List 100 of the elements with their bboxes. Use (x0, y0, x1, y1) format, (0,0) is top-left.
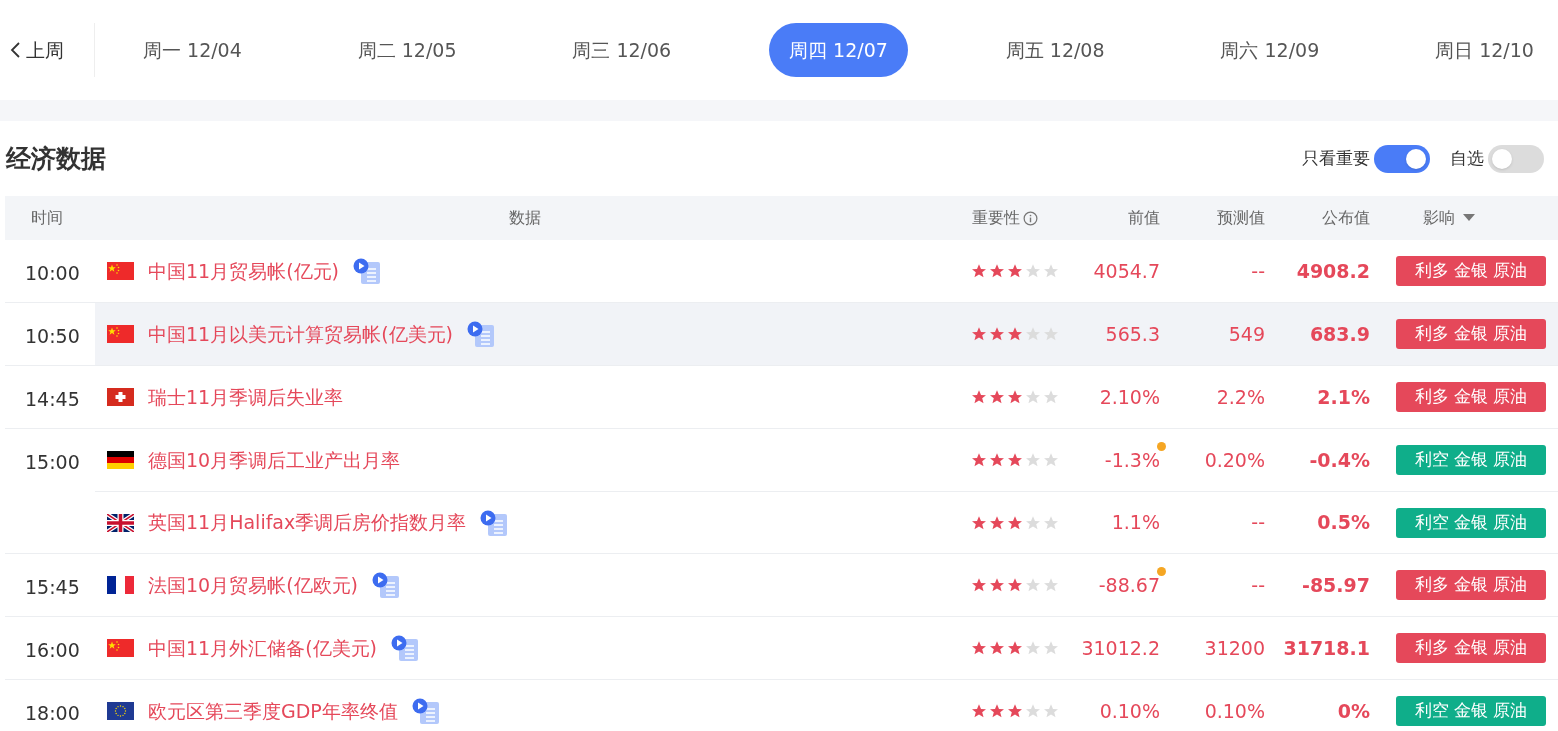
previous-week-button[interactable]: 上周 (0, 23, 95, 77)
star-icon (989, 389, 1005, 405)
indicator-name[interactable]: 法国10月贸易帐(亿欧元) (148, 570, 358, 600)
impact-tag: 利多 金银 原油 (1396, 256, 1546, 286)
column-header: 前值 (1127, 207, 1160, 229)
data-row[interactable]: 中国11月以美元计算贸易帐(亿美元) 565.3 549 683.9 利多 金银 原油 (95, 303, 1558, 365)
impact-tag: 利空 金银 原油 (1396, 696, 1546, 726)
indicator-name[interactable]: 中国11月以美元计算贸易帐(亿美元) (148, 319, 453, 349)
actual-value: 0% (1336, 698, 1370, 724)
star-icon (1025, 703, 1041, 719)
star-icon (989, 514, 1005, 531)
flag-icon (107, 639, 134, 657)
star-icon (971, 703, 987, 719)
impact-tag: 利多 金银 原油 (1396, 633, 1546, 663)
actual-value: 0.5% (1316, 510, 1370, 536)
flag-icon (107, 702, 134, 720)
day-tab[interactable]: 周三 12/06 (554, 23, 690, 77)
video-doc-icon[interactable] (353, 258, 381, 284)
indicator-name[interactable]: 中国11月外汇储备(亿美元) (148, 633, 377, 663)
star-icon (989, 703, 1005, 719)
day-tab[interactable]: 周六 12/09 (1202, 23, 1338, 77)
forecast-value: -- (1250, 572, 1265, 598)
previous-value: 31012.2 (1081, 635, 1160, 661)
flag-icon (107, 576, 134, 594)
column-header: 预测值 (1216, 207, 1265, 229)
indicator-name[interactable]: 瑞士11月季调后失业率 (148, 382, 344, 412)
star-icon (1007, 514, 1023, 531)
star-icon (1025, 640, 1041, 656)
forecast-value: 0.10% (1203, 698, 1265, 724)
star-icon (1007, 452, 1023, 468)
star-icon (1007, 640, 1023, 656)
indicator-name[interactable]: 德国10月季调后工业产出月率 (148, 445, 401, 475)
star-icon (1007, 263, 1023, 279)
star-icon (1007, 703, 1023, 719)
video-doc-icon[interactable] (411, 698, 440, 724)
actual-value: -85.97 (1301, 572, 1370, 598)
star-icon (1025, 263, 1041, 279)
flag-icon (107, 451, 134, 469)
star-icon (1025, 452, 1041, 468)
star-icon (971, 577, 987, 593)
star-icon (1025, 389, 1041, 405)
day-tab[interactable]: 周四 12/07 (769, 23, 908, 77)
star-icon (971, 640, 987, 656)
time-cell: 15:45 (25, 576, 80, 598)
toggle-switch[interactable] (1488, 144, 1544, 173)
forecast-value: -- (1250, 258, 1265, 284)
forecast-value: 549 (1227, 321, 1265, 347)
star-icon (971, 389, 987, 405)
star-icon (1007, 389, 1023, 405)
actual-value: 4908.2 (1295, 258, 1370, 284)
time-cell: 14:45 (25, 388, 80, 410)
flag-icon (107, 262, 134, 280)
previous-value: 1.1% (1111, 510, 1160, 536)
time-cell: 10:50 (25, 325, 80, 347)
caret-down-icon[interactable] (1463, 214, 1475, 222)
column-header: 公布值 (1321, 207, 1370, 229)
time-cell: 15:00 (25, 451, 80, 473)
star-icon (1043, 389, 1059, 405)
time-cell: 10:00 (25, 262, 80, 284)
star-icon (989, 326, 1005, 342)
day-tab[interactable]: 周五 12/08 (987, 23, 1123, 77)
toggle-label: 只看重要 (1302, 146, 1370, 170)
star-icon (971, 326, 987, 342)
star-icon (989, 577, 1005, 593)
impact-tag: 利多 金银 原油 (1396, 319, 1546, 349)
star-icon (971, 452, 987, 468)
video-doc-icon[interactable] (372, 572, 400, 598)
time-cell: 18:00 (25, 702, 80, 724)
indicator-name[interactable]: 中国11月贸易帐(亿元) (148, 256, 339, 286)
star-icon (1043, 514, 1059, 531)
impact-tag: 利空 金银 原油 (1396, 445, 1546, 475)
impact-tag: 利空 金银 原油 (1396, 507, 1546, 538)
chevron-left-icon (10, 41, 22, 59)
indicator-name[interactable]: 欧元区第三季度GDP年率终值 (148, 696, 398, 726)
video-doc-icon[interactable] (480, 509, 509, 536)
star-icon (989, 452, 1005, 468)
star-icon (1043, 452, 1059, 468)
forecast-value: 0.20% (1203, 447, 1265, 473)
day-tab[interactable]: 周日 12/10 (1417, 23, 1552, 77)
previous-value: -1.3% (1104, 445, 1160, 475)
actual-value: 2.1% (1316, 384, 1370, 410)
day-tab[interactable]: 周二 12/05 (339, 23, 475, 77)
flag-icon (107, 513, 134, 532)
info-icon[interactable] (1023, 210, 1038, 226)
day-tab[interactable]: 周一 12/04 (125, 23, 260, 77)
actual-value: 683.9 (1308, 321, 1370, 347)
previous-value: 0.10% (1099, 698, 1160, 724)
toggle-label: 自选 (1450, 146, 1484, 170)
toggle-switch[interactable] (1374, 144, 1430, 173)
actual-value: -0.4% (1308, 447, 1370, 473)
star-icon (1025, 514, 1041, 531)
star-icon (1025, 326, 1041, 342)
video-doc-icon[interactable] (467, 321, 495, 347)
flag-icon (107, 325, 134, 343)
star-icon (1043, 703, 1059, 719)
video-doc-icon[interactable] (391, 635, 419, 661)
star-icon (1043, 640, 1059, 656)
indicator-name[interactable]: 英国11月Halifax季调后房价指数月率 (148, 508, 467, 537)
star-icon (1043, 577, 1059, 593)
star-icon (989, 263, 1005, 279)
